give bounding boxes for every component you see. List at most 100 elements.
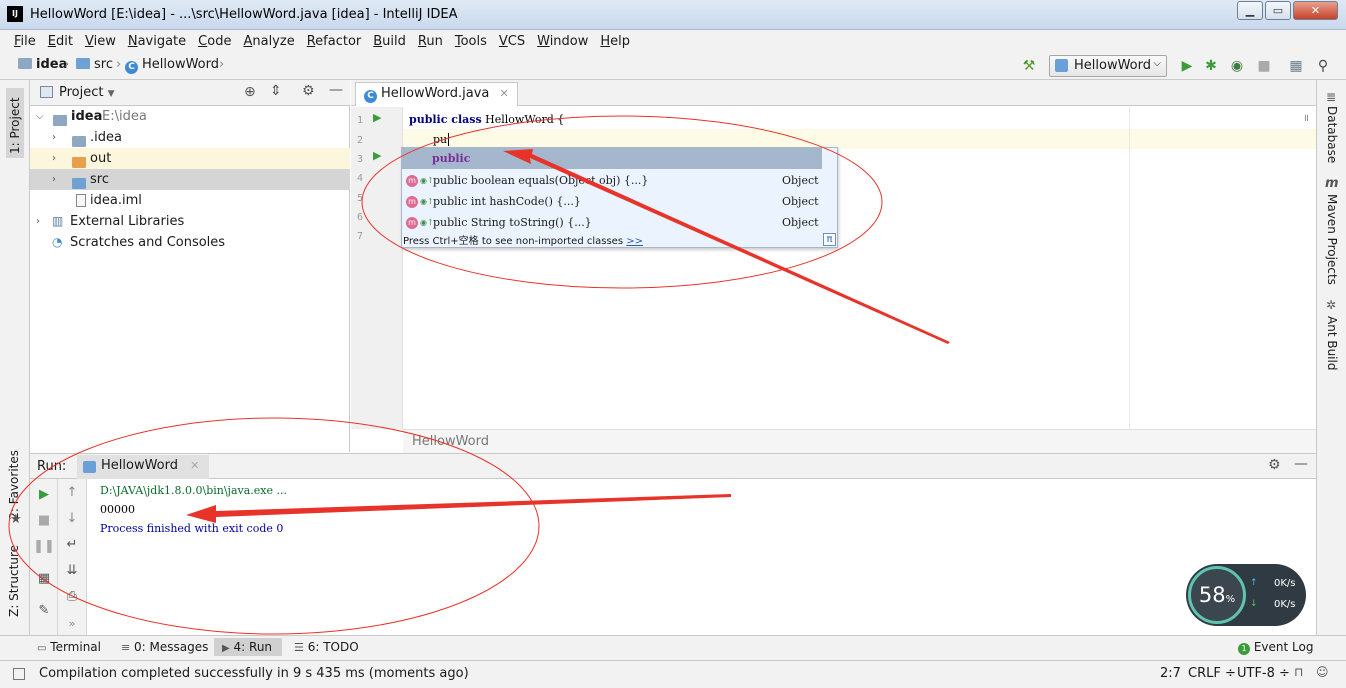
pi-icon[interactable]: π [823,233,836,246]
chevron-right-icon: › [36,216,40,227]
coverage-icon[interactable]: ◉ [1229,58,1245,74]
menu-help[interactable]: Help [594,31,636,51]
menu-refactor[interactable]: Refactor [301,31,368,51]
close-button[interactable]: ✕ [1293,1,1338,20]
caret-position[interactable]: 2:7 [1160,666,1181,681]
menu-vcs[interactable]: VCS [493,31,531,51]
menu-build[interactable]: Build [367,31,412,51]
collapse-all-icon[interactable]: ⇕ [270,83,282,99]
tool-tab-favorites[interactable]: 2: Favorites [7,450,21,520]
completion-item[interactable]: m ◉↑ public int hashCode() {...} Object [402,191,837,212]
menu-code[interactable]: Code [192,31,237,51]
line-separator[interactable]: CRLF ÷ [1188,666,1236,681]
scratches-icon: ◔ [52,235,63,249]
status-toggle-icon[interactable] [13,668,25,680]
menu-edit[interactable]: Edit [42,31,79,51]
stop-icon[interactable]: ■ [1256,58,1272,74]
close-tab-icon[interactable]: ✕ [190,459,199,472]
tree-item-idea[interactable]: ⌵ idea E:\idea [30,106,350,127]
completion-hint-link[interactable]: >> [626,236,643,247]
run-gutter-icon[interactable]: ▶ [373,111,381,124]
ant-icon: ✲ [1326,298,1337,312]
file-encoding[interactable]: UTF-8 ÷ [1237,666,1290,681]
run-gutter-icon[interactable]: ▶ [373,149,381,162]
menu-view[interactable]: View [79,31,122,51]
download-icon: ↓ [1250,599,1258,609]
completion-item[interactable]: m ◉↑ public String toString() {...} Object [402,212,837,233]
more-icon[interactable]: » [58,617,86,630]
down-arrow-icon[interactable]: ↓ [58,511,86,526]
locate-icon[interactable]: ⊕ [244,84,256,100]
tool-tab-project[interactable]: 1: Project [6,88,24,158]
completion-item[interactable]: m ◉↑ public boolean equals(Object obj) {..… [402,170,837,191]
editor-breadcrumb-footer[interactable]: HellowWord [403,429,1316,453]
class-icon: C [125,61,138,74]
scroll-to-end-icon[interactable]: ⇊ [58,563,86,578]
todo-icon: ☰ [294,641,304,654]
method-icon: m [406,175,418,187]
tool-tab-messages[interactable]: ≡ 0: Messages [121,640,208,654]
hide-icon[interactable]: — [1294,456,1308,472]
run-console[interactable]: D:\JAVA\jdk1.8.0.0\bin\java.exe ... 0000… [88,479,1316,635]
event-log-button[interactable]: 1 Event Log [1238,640,1313,655]
tool-tab-database[interactable]: Database [1325,106,1339,163]
stop-icon[interactable]: ■ [30,513,58,528]
lock-icon[interactable]: ⊓ [1294,665,1303,679]
up-arrow-icon[interactable]: ↑ [58,485,86,500]
gear-icon[interactable]: ⚙ [1268,457,1281,473]
build-hammer-icon[interactable]: ⚒ [1021,58,1037,74]
tool-tab-run[interactable]: ▶ 4: Run [214,638,283,656]
menu-run[interactable]: Run [412,31,449,51]
restore-layout-icon[interactable]: ▦ [30,571,58,586]
upload-icon: ↑ [1250,578,1258,588]
tool-tab-terminal[interactable]: ▭ Terminal [37,640,101,654]
menu-tools[interactable]: Tools [449,31,493,51]
memory-usage-gauge[interactable]: 58% [1188,566,1246,624]
rerun-icon[interactable]: ▶ [30,487,58,502]
tool-tab-structure[interactable]: Z: Structure [7,545,21,617]
run-configuration-select[interactable]: HellowWord ⌵ [1049,55,1167,77]
soft-wrap-icon[interactable]: ↵ [58,537,86,552]
pause-icon[interactable]: ❚❚ [30,539,58,554]
tree-item-external-libraries[interactable]: › ▥ External Libraries [30,211,350,232]
pin-icon[interactable]: ✎ [30,603,58,618]
breadcrumb-class[interactable]: C HellowWord [125,57,219,74]
tree-item-dot-idea[interactable]: › .idea [30,127,350,148]
project-structure-icon[interactable]: ▦ [1288,58,1304,74]
download-speed: 0K/s [1274,599,1296,610]
search-icon[interactable]: ⚲ [1315,58,1331,74]
breadcrumb-separator: › [64,57,70,72]
menu-window[interactable]: Window [531,31,594,51]
tree-item-out[interactable]: › out [30,148,350,169]
close-tab-icon[interactable]: ✕ [500,87,509,100]
chevron-down-icon: ⌵ [1153,58,1161,69]
tool-tab-ant-build[interactable]: Ant Build [1325,316,1339,370]
terminal-icon: ▭ [37,643,47,654]
menu-file[interactable]: File [8,31,42,51]
debug-icon[interactable]: ✱ [1203,58,1219,74]
maximize-button[interactable]: ▭ [1265,1,1291,20]
star-icon: ★ [10,512,22,527]
print-icon[interactable]: ⎙ [58,589,86,604]
tool-tab-maven[interactable]: Maven Projects [1325,194,1339,285]
hide-icon[interactable]: — [329,82,343,98]
run-toolbar-primary: ▶ ■ ❚❚ ▦ ✎ [30,479,58,635]
tool-tab-todo[interactable]: ☰ 6: TODO [294,640,359,654]
inspector-icon[interactable]: ☺ [1316,665,1329,679]
file-icon [76,194,86,207]
breadcrumb-idea[interactable]: idea [18,57,67,72]
tree-item-scratches[interactable]: ◔ Scratches and Consoles [30,232,350,253]
run-tab-hellowword[interactable]: HellowWord ✕ [77,455,210,479]
menu-analyze[interactable]: Analyze [237,31,300,51]
tree-item-idea-iml[interactable]: idea.iml [30,190,350,211]
menu-navigate[interactable]: Navigate [122,31,192,51]
run-icon[interactable]: ▶ [1179,58,1195,74]
project-view-select[interactable]: Project ▼ [59,85,115,100]
breadcrumb-src[interactable]: src [76,57,113,72]
minimize-button[interactable]: ▁ [1237,1,1263,20]
folder-icon [76,58,90,69]
gear-icon[interactable]: ⚙ [302,83,315,99]
tree-item-src[interactable]: › src [30,169,350,190]
completion-item-selected[interactable]: public [402,148,822,169]
editor-tab-hellowword[interactable]: C HellowWord.java ✕ [355,82,518,106]
